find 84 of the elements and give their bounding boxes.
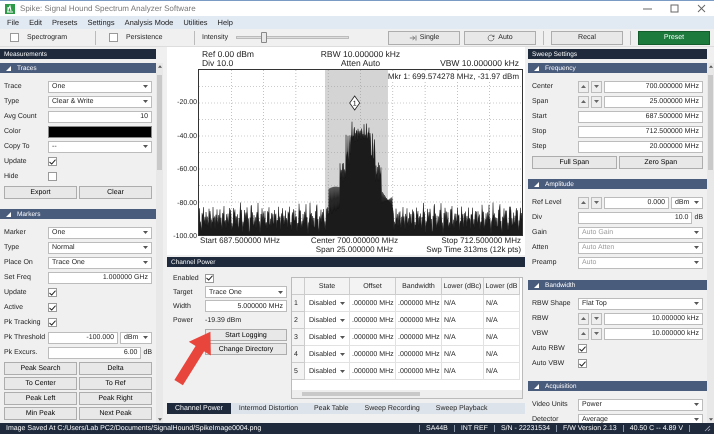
chart-info: Atten Auto: [340, 59, 380, 68]
scrollbar[interactable]: [292, 390, 522, 398]
up-triangle-icon: [581, 85, 586, 88]
caret-icon: [694, 246, 699, 249]
checkbox[interactable]: [578, 344, 587, 353]
maximize-icon[interactable]: [670, 4, 679, 13]
checkbox[interactable]: [48, 318, 57, 327]
color-swatch[interactable]: [48, 126, 152, 138]
collapse-triangle-icon: [6, 212, 11, 216]
step-down-button[interactable]: [591, 196, 602, 208]
checkbox[interactable]: [578, 359, 587, 368]
up-triangle-icon: [581, 100, 586, 103]
down-triangle-icon: [594, 332, 599, 335]
scrollbar[interactable]: [156, 63, 163, 423]
scroll-up-icon[interactable]: [158, 65, 162, 68]
caret-icon: [143, 85, 148, 88]
caret-icon: [143, 246, 148, 249]
checkbox[interactable]: [48, 303, 57, 312]
scroll-down-icon[interactable]: [158, 418, 162, 421]
caret-icon: [340, 370, 346, 372]
caret-icon: [694, 302, 699, 305]
step-up-button[interactable]: [578, 312, 589, 324]
caret-icon: [694, 403, 699, 406]
checkbox[interactable]: [205, 274, 214, 282]
collapse-triangle-icon: [534, 384, 539, 388]
caret-icon: [694, 418, 699, 421]
checkbox[interactable]: [48, 288, 57, 297]
rotate-icon: [487, 34, 496, 42]
scroll-up-icon[interactable]: [708, 65, 712, 68]
checkbox[interactable]: [48, 157, 57, 166]
caret-icon: [143, 336, 148, 339]
chart-info: Div 10.0: [202, 59, 234, 68]
step-up-button[interactable]: [578, 96, 589, 108]
step-up-button[interactable]: [578, 196, 589, 208]
down-triangle-icon: [594, 100, 599, 103]
chart-info: Start 687.500000 MHz: [200, 236, 280, 245]
step-down-button[interactable]: [591, 80, 602, 92]
caret-icon: [340, 352, 346, 356]
checkbox[interactable]: [109, 33, 118, 42]
step-up-button[interactable]: [578, 328, 589, 340]
caret-icon: [143, 100, 148, 103]
up-triangle-icon: [581, 201, 586, 204]
caret-icon: [143, 261, 148, 264]
step-down-button[interactable]: [591, 328, 602, 340]
up-triangle-icon: [581, 317, 586, 320]
checkbox[interactable]: [10, 33, 19, 42]
chart-info: Ref 0.00 dBm: [202, 50, 254, 59]
caret-icon: [143, 231, 148, 234]
chart-info: Span 25.000000 MHz: [316, 245, 394, 254]
caret-icon: [278, 290, 283, 294]
collapse-triangle-icon: [534, 66, 539, 70]
up-triangle-icon: [581, 332, 586, 335]
down-triangle-icon: [594, 201, 599, 204]
checkbox[interactable]: [48, 172, 57, 181]
marker-diamond-icon: [349, 95, 360, 111]
slider-thumb[interactable]: [260, 32, 267, 43]
collapse-triangle-icon: [6, 66, 11, 70]
step-down-button[interactable]: [591, 96, 602, 108]
collapse-triangle-icon: [534, 182, 539, 186]
scroll-down-icon[interactable]: [708, 418, 712, 421]
caret-icon: [340, 336, 346, 338]
caret-icon: [143, 145, 148, 148]
resize-grip-icon: [704, 425, 711, 432]
close-icon[interactable]: [697, 4, 706, 13]
chart-info: Stop 712.500000 MHz: [441, 236, 521, 245]
chart-info: Center 700.000000 MHz: [310, 236, 398, 245]
arrow-to-line-icon: [408, 34, 417, 42]
chart-info: RBW 10.000000 kHz: [320, 50, 400, 59]
down-triangle-icon: [594, 317, 599, 320]
caret-icon: [340, 318, 346, 322]
caret-icon: [694, 231, 699, 234]
marker-readout: Mkr 1: 699.574278 MHz, -31.97 dBm: [388, 72, 519, 81]
collapse-triangle-icon: [534, 282, 539, 288]
down-triangle-icon: [594, 85, 599, 88]
caret-icon: [340, 302, 346, 304]
chart-info: Swp Time 313ms (12k pts): [426, 245, 521, 254]
step-up-button[interactable]: [578, 80, 589, 92]
caret-icon: [694, 201, 699, 204]
caret-icon: [694, 261, 699, 264]
scrollbar[interactable]: [707, 63, 714, 423]
step-down-button[interactable]: [591, 312, 602, 324]
window-title: Spike: Signal Hound Spectrum Analyzer Software: [20, 4, 197, 13]
chart-info: VBW 10.000000 kHz: [440, 59, 519, 68]
app-logo-icon: [5, 4, 15, 14]
